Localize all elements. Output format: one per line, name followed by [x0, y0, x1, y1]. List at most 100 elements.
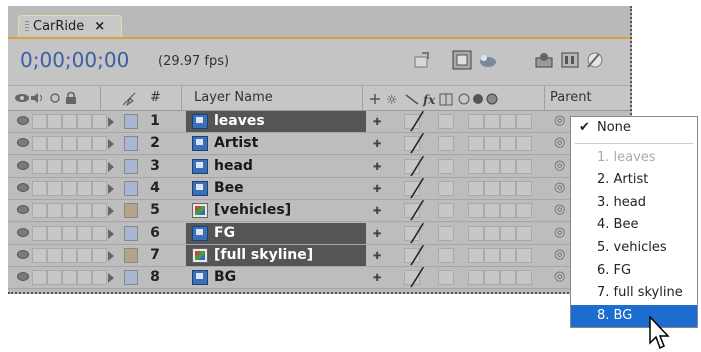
- grip-icon[interactable]: [25, 20, 29, 33]
- switch-cell[interactable]: [47, 136, 62, 152]
- eye-icon[interactable]: [17, 116, 29, 125]
- pen-stroke-icon[interactable]: ╱: [411, 179, 423, 199]
- pen-stroke-icon[interactable]: ╱: [411, 201, 423, 221]
- switch-cell[interactable]: [468, 136, 484, 152]
- comp-mini-flowchart-icon[interactable]: [452, 50, 472, 70]
- column-layer-name-header[interactable]: Layer Name: [194, 90, 273, 105]
- eye-icon[interactable]: [17, 138, 29, 148]
- pickwhip-spiral-icon[interactable]: ◎: [554, 269, 565, 284]
- switch-cell[interactable]: [77, 225, 92, 241]
- solo-icon[interactable]: [50, 93, 60, 103]
- switch-cell[interactable]: [32, 136, 47, 152]
- layer-name-cell[interactable]: [vehicles]: [186, 200, 366, 221]
- switch-cell[interactable]: [484, 203, 500, 219]
- switch-cell[interactable]: [516, 180, 532, 196]
- switch-cell[interactable]: [62, 136, 77, 152]
- switch-cell[interactable]: [32, 158, 47, 174]
- label-color-swatch[interactable]: [124, 114, 138, 129]
- pen-stroke-icon[interactable]: ╱: [411, 268, 423, 288]
- layer-row[interactable]: 8 BG ✚ ╱ ◎: [8, 267, 630, 290]
- switch-cell[interactable]: [62, 180, 77, 196]
- expand-triangle-icon[interactable]: [108, 139, 114, 150]
- switch-cell[interactable]: [77, 247, 92, 263]
- switch-cell[interactable]: [62, 247, 77, 263]
- switch-cell[interactable]: [62, 203, 77, 219]
- eye-icon[interactable]: [17, 227, 29, 237]
- eye-icon[interactable]: [17, 160, 29, 170]
- collapse-switch-icon[interactable]: ✚: [373, 273, 381, 284]
- switch-cell[interactable]: [92, 114, 107, 129]
- expand-triangle-icon[interactable]: [108, 250, 114, 261]
- switch-cell[interactable]: [484, 225, 500, 241]
- switch-cell[interactable]: [500, 225, 516, 241]
- label-color-swatch[interactable]: [124, 247, 138, 263]
- menu-item-layer[interactable]: 5. vehicles: [571, 237, 697, 260]
- layer-row[interactable]: 6 FG ✚ ╱ ◎: [8, 222, 630, 245]
- switch-cell[interactable]: [500, 270, 516, 286]
- pickwhip-spiral-icon[interactable]: ◎: [554, 247, 565, 262]
- pen-stroke-icon[interactable]: ╱: [411, 246, 423, 266]
- switch-cell[interactable]: [62, 270, 77, 286]
- menu-item-layer[interactable]: 2. Artist: [571, 169, 697, 192]
- pickwhip-spiral-icon[interactable]: ◎: [554, 135, 565, 150]
- switch-cell[interactable]: [484, 158, 500, 174]
- eye-icon[interactable]: [17, 249, 29, 259]
- switch-cell[interactable]: [500, 247, 516, 263]
- frame-blending-icon[interactable]: [534, 50, 554, 70]
- switch-cell[interactable]: [77, 180, 92, 196]
- switch-cell[interactable]: [468, 247, 484, 263]
- speaker-icon[interactable]: [30, 92, 44, 104]
- switch-cell[interactable]: [438, 247, 454, 263]
- expand-triangle-icon[interactable]: [108, 183, 114, 194]
- switch-cell[interactable]: [92, 270, 107, 286]
- pen-stroke-icon[interactable]: ╱: [411, 224, 423, 244]
- label-color-swatch[interactable]: [124, 158, 138, 174]
- pickwhip-spiral-icon[interactable]: ◎: [554, 180, 565, 195]
- switch-cell[interactable]: [500, 158, 516, 174]
- switch-cell[interactable]: [468, 114, 484, 129]
- expand-triangle-icon[interactable]: [108, 228, 114, 239]
- menu-item-layer[interactable]: 8. BG: [571, 304, 697, 328]
- switch-cell[interactable]: [47, 114, 62, 129]
- layer-row[interactable]: 2 Artist ✚ ╱ ◎: [8, 133, 630, 156]
- pickwhip-spiral-icon[interactable]: ◎: [554, 225, 565, 240]
- layer-name-cell[interactable]: BG: [186, 267, 366, 288]
- switch-cell[interactable]: [32, 247, 47, 263]
- switch-cell[interactable]: [32, 225, 47, 241]
- switch-cell[interactable]: [47, 180, 62, 196]
- switch-cell[interactable]: [468, 180, 484, 196]
- switch-cell[interactable]: [468, 203, 484, 219]
- layer-row[interactable]: 3 head ✚ ╱ ◎: [8, 155, 630, 178]
- collapse-switch-icon[interactable]: ✚: [373, 184, 381, 195]
- switch-cell[interactable]: [47, 270, 62, 286]
- layer-row[interactable]: 4 Bee ✚ ╱ ◎: [8, 177, 630, 200]
- eye-icon[interactable]: [17, 182, 29, 192]
- eye-icon[interactable]: [17, 272, 29, 282]
- switch-cell[interactable]: [47, 247, 62, 263]
- switch-cell[interactable]: [62, 158, 77, 174]
- switch-cell[interactable]: [438, 180, 454, 196]
- switch-cell[interactable]: [500, 136, 516, 152]
- switch-cell[interactable]: [92, 225, 107, 241]
- switch-cell[interactable]: [516, 247, 532, 263]
- switch-cell[interactable]: [484, 136, 500, 152]
- eye-icon[interactable]: [14, 93, 30, 103]
- layer-name-cell[interactable]: [full skyline]: [186, 244, 366, 266]
- switch-cell[interactable]: [516, 203, 532, 219]
- switches-icons[interactable]: ☼ fx: [366, 91, 542, 107]
- tab-carride[interactable]: CarRide ×: [18, 15, 122, 37]
- switch-cell[interactable]: [438, 203, 454, 219]
- switch-cell[interactable]: [468, 225, 484, 241]
- switch-cell[interactable]: [47, 203, 62, 219]
- switch-cell[interactable]: [484, 247, 500, 263]
- switch-cell[interactable]: [516, 225, 532, 241]
- expand-triangle-icon[interactable]: [108, 117, 114, 127]
- collapse-switch-icon[interactable]: ✚: [373, 162, 381, 173]
- switch-cell[interactable]: [77, 270, 92, 286]
- layer-row[interactable]: 5 [vehicles] ✚ ╱ ◎: [8, 200, 630, 223]
- switch-cell[interactable]: [500, 203, 516, 219]
- switch-cell[interactable]: [77, 158, 92, 174]
- layer-row[interactable]: 7 [full skyline] ✚ ╱ ◎: [8, 244, 630, 267]
- switch-cell[interactable]: [500, 180, 516, 196]
- switch-cell[interactable]: [77, 136, 92, 152]
